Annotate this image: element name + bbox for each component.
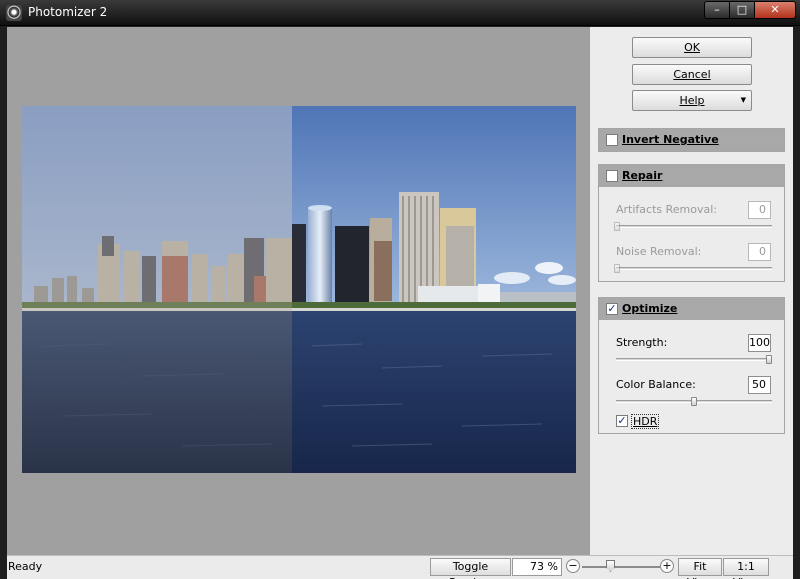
strength-slider[interactable]: [616, 355, 772, 364]
zoom-slider-thumb[interactable]: [606, 560, 615, 572]
artifacts-removal-label: Artifacts Removal:: [616, 203, 717, 216]
zoom-in-icon[interactable]: +: [660, 559, 674, 573]
window-frame-left: [0, 26, 7, 579]
close-button[interactable]: ✕: [754, 1, 796, 19]
noise-removal-input[interactable]: 0: [748, 243, 771, 261]
artifacts-removal-input[interactable]: 0: [748, 201, 771, 219]
hdr-label[interactable]: HDR: [631, 414, 660, 429]
fit-view-button[interactable]: Fit View: [678, 558, 722, 579]
one-to-one-view-button[interactable]: 1:1 View: [723, 558, 769, 579]
help-button[interactable]: Help ▼: [632, 90, 752, 111]
hdr-checkbox[interactable]: ✓: [616, 415, 628, 427]
noise-removal-slider[interactable]: [614, 264, 772, 273]
status-bar: Ready Toggle Preview 73 % − + Fit View 1…: [7, 555, 793, 579]
repair-checkbox[interactable]: [606, 170, 618, 182]
preview-photo[interactable]: [22, 106, 576, 473]
optimize-group: ✓ Optimize Strength: 100 Color Balance: …: [598, 297, 785, 434]
window-title: Photomizer 2: [28, 5, 108, 19]
app-camera-icon[interactable]: [6, 5, 22, 21]
strength-label: Strength:: [616, 336, 668, 349]
strength-input[interactable]: 100: [748, 334, 771, 352]
help-button-label: Help: [679, 94, 705, 107]
color-balance-label: Color Balance:: [616, 378, 696, 391]
maximize-button[interactable]: □: [729, 1, 755, 19]
status-text: Ready: [8, 560, 43, 573]
invert-negative-checkbox[interactable]: [606, 134, 618, 146]
artifacts-removal-slider-thumb[interactable]: [614, 222, 620, 231]
color-balance-slider-thumb[interactable]: [691, 397, 697, 406]
invert-negative-label[interactable]: Invert Negative: [622, 133, 719, 146]
zoom-out-icon[interactable]: −: [566, 559, 580, 573]
repair-header[interactable]: Repair: [599, 165, 784, 187]
invert-negative-header[interactable]: Invert Negative: [599, 129, 784, 151]
optimize-header[interactable]: ✓ Optimize: [599, 298, 784, 320]
toggle-preview-button[interactable]: Toggle Preview: [430, 558, 511, 579]
noise-removal-label: Noise Removal:: [616, 245, 702, 258]
zoom-level-input[interactable]: 73 %: [512, 558, 562, 576]
repair-label[interactable]: Repair: [622, 169, 662, 182]
window-frame-right: [793, 26, 800, 579]
settings-panel: OK Cancel Help ▼ Invert Negative Repair …: [590, 27, 793, 555]
skyline-photo: [22, 106, 576, 473]
color-balance-input[interactable]: 50: [748, 376, 771, 394]
invert-negative-group: Invert Negative: [598, 128, 785, 152]
cancel-button-label: Cancel: [673, 68, 711, 81]
zoom-slider[interactable]: [582, 566, 660, 568]
color-balance-slider[interactable]: [616, 397, 772, 406]
ok-button-label: OK: [684, 41, 700, 54]
minimize-button[interactable]: –: [704, 1, 730, 19]
optimize-checkbox[interactable]: ✓: [606, 303, 618, 315]
title-bar: Photomizer 2 – □ ✕: [0, 0, 800, 26]
optimize-label[interactable]: Optimize: [622, 302, 677, 315]
strength-slider-thumb[interactable]: [766, 355, 772, 364]
noise-removal-slider-thumb[interactable]: [614, 264, 620, 273]
artifacts-removal-slider[interactable]: [614, 222, 772, 231]
cancel-button[interactable]: Cancel: [632, 64, 752, 85]
ok-button[interactable]: OK: [632, 37, 752, 58]
dropdown-arrow-icon: ▼: [740, 96, 746, 104]
repair-group: Repair Artifacts Removal: 0 Noise Remova…: [598, 164, 785, 282]
preview-area[interactable]: [7, 27, 590, 555]
